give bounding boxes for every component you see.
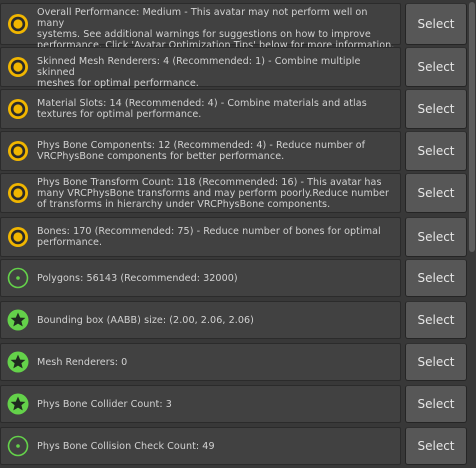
excellent-icon <box>6 308 30 332</box>
select-button-label: Select <box>417 102 455 116</box>
select-button-label: Select <box>417 144 455 158</box>
warning-icon <box>6 225 30 249</box>
performance-message: Phys Bone Collider Count: 3 <box>37 399 172 410</box>
warning-icon <box>6 139 30 163</box>
select-button[interactable]: Select <box>405 427 467 465</box>
performance-row: Skinned Mesh Renderers: 4 (Recommended: … <box>0 47 401 89</box>
good-icon <box>6 266 30 290</box>
performance-message: Overall Performance: Medium - This avata… <box>37 7 395 51</box>
excellent-icon <box>6 350 30 374</box>
performance-message: Material Slots: 14 (Recommended: 4) - Co… <box>37 98 367 120</box>
performance-message: Mesh Renderers: 0 <box>37 357 128 368</box>
select-button[interactable]: Select <box>405 343 467 381</box>
performance-message: Bones: 170 (Recommended: 75) - Reduce nu… <box>37 226 381 248</box>
performance-row: Phys Bone Transform Count: 118 (Recommen… <box>0 173 401 213</box>
select-button-label: Select <box>417 313 455 327</box>
scrollbar[interactable] <box>468 0 476 468</box>
select-button-label: Select <box>417 439 455 453</box>
select-button-label: Select <box>417 186 455 200</box>
select-button[interactable]: Select <box>405 301 467 339</box>
select-button-label: Select <box>417 355 455 369</box>
performance-message: Phys Bone Collision Check Count: 49 <box>37 441 215 452</box>
select-button[interactable]: Select <box>405 47 467 87</box>
performance-row: Phys Bone Components: 12 (Recommended: 4… <box>0 131 401 171</box>
warning-icon <box>6 181 30 205</box>
excellent-icon <box>6 392 30 416</box>
performance-message: Phys Bone Components: 12 (Recommended: 4… <box>37 140 366 162</box>
select-button[interactable]: Select <box>405 173 467 213</box>
performance-message: Skinned Mesh Renderers: 4 (Recommended: … <box>37 56 361 89</box>
performance-list: Overall Performance: Medium - This avata… <box>0 0 476 468</box>
performance-row: Material Slots: 14 (Recommended: 4) - Co… <box>0 89 401 129</box>
performance-message: Bounding box (AABB) size: (2.00, 2.06, 2… <box>37 315 254 326</box>
select-button[interactable]: Select <box>405 131 467 171</box>
scrollbar-thumb[interactable] <box>469 2 475 252</box>
warning-icon <box>6 12 30 36</box>
select-button[interactable]: Select <box>405 3 467 45</box>
select-button-label: Select <box>417 17 455 31</box>
performance-row: Bones: 170 (Recommended: 75) - Reduce nu… <box>0 217 401 257</box>
select-button-label: Select <box>417 60 455 74</box>
performance-row: Phys Bone Collision Check Count: 49 <box>0 427 401 465</box>
performance-row: Overall Performance: Medium - This avata… <box>0 3 401 51</box>
select-button[interactable]: Select <box>405 89 467 129</box>
select-button-label: Select <box>417 230 455 244</box>
performance-message: Polygons: 56143 (Recommended: 32000) <box>37 273 238 284</box>
performance-row: Bounding box (AABB) size: (2.00, 2.06, 2… <box>0 301 401 339</box>
performance-row: Phys Bone Collider Count: 3 <box>0 385 401 423</box>
performance-row: Polygons: 56143 (Recommended: 32000) <box>0 259 401 297</box>
warning-icon <box>6 97 30 121</box>
select-button[interactable]: Select <box>405 217 467 257</box>
select-button[interactable]: Select <box>405 259 467 297</box>
performance-row: Mesh Renderers: 0 <box>0 343 401 381</box>
warning-icon <box>6 55 30 79</box>
good-icon <box>6 434 30 458</box>
select-button-label: Select <box>417 271 455 285</box>
select-button-label: Select <box>417 397 455 411</box>
select-button[interactable]: Select <box>405 385 467 423</box>
performance-message: Phys Bone Transform Count: 118 (Recommen… <box>37 177 389 210</box>
